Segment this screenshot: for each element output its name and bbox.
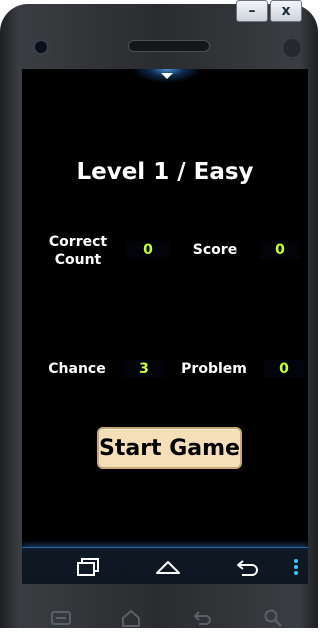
close-button[interactable]: x	[270, 0, 302, 22]
proximity-sensor	[282, 38, 302, 58]
score-label: Score	[192, 242, 238, 258]
notification-pull-handle[interactable]	[132, 69, 202, 83]
front-camera	[33, 39, 49, 55]
correct-count-label-line2: Count	[54, 252, 102, 268]
correct-count-value: 0	[126, 241, 170, 259]
start-game-button[interactable]: Start Game	[97, 427, 242, 469]
android-nav-bar	[22, 547, 308, 584]
phone-frame: Level 1 / Easy Correct Count 0 Score 0 C…	[0, 4, 318, 628]
level-title: Level 1 / Easy	[76, 159, 254, 185]
overflow-menu-icon[interactable]	[288, 548, 304, 584]
app-screen: Level 1 / Easy Correct Count 0 Score 0 C…	[22, 69, 308, 584]
home-icon[interactable]	[150, 548, 186, 584]
window-controls: – x	[236, 0, 302, 22]
chance-label: Chance	[48, 361, 106, 377]
correct-count-label-line1: Correct	[48, 234, 108, 250]
earpiece-speaker	[128, 40, 210, 52]
score-value: 0	[260, 241, 300, 259]
minimize-button[interactable]: –	[236, 0, 268, 22]
correct-count-label: Correct Count	[42, 233, 114, 269]
problem-value: 0	[264, 360, 304, 378]
problem-label: Problem	[181, 361, 247, 377]
back-icon[interactable]	[230, 548, 266, 584]
chance-value: 3	[124, 360, 164, 378]
recent-apps-icon[interactable]	[70, 548, 106, 584]
